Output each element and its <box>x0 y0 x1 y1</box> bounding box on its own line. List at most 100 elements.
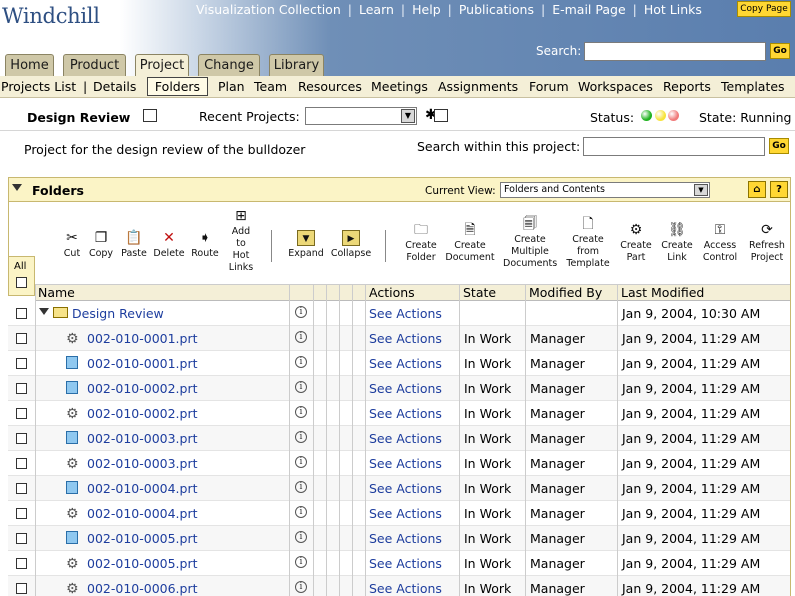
row-checkbox[interactable] <box>16 533 27 544</box>
topnav-learn-link[interactable]: Learn <box>359 2 394 17</box>
tab-project[interactable]: Project <box>135 54 189 76</box>
add-to-hot-links-button[interactable]: ⊞ Add to Hot Links <box>226 208 256 274</box>
info-icon[interactable]: i <box>295 506 307 518</box>
see-actions-link[interactable]: See Actions <box>369 481 442 496</box>
info-icon[interactable]: i <box>295 556 307 568</box>
info-icon[interactable]: i <box>295 406 307 418</box>
subnav-resources[interactable]: Resources <box>298 79 362 94</box>
see-actions-link[interactable]: See Actions <box>369 381 442 396</box>
see-actions-link[interactable]: See Actions <box>369 331 442 346</box>
topnav-visualization-link[interactable]: Visualization Collection <box>196 2 341 17</box>
help-button[interactable]: ? <box>770 181 788 198</box>
folder-open-icon[interactable] <box>434 109 448 122</box>
item-name-link[interactable]: 002-010-0001.prt <box>87 356 198 371</box>
see-actions-link[interactable]: See Actions <box>369 431 442 446</box>
subnav-folders[interactable]: Folders <box>147 77 208 96</box>
tree-expand-icon[interactable] <box>39 308 49 315</box>
column-header-actions[interactable]: Actions <box>365 285 459 301</box>
topnav-hot-links-link[interactable]: Hot Links <box>644 2 702 17</box>
row-checkbox[interactable] <box>16 558 27 569</box>
see-actions-link[interactable]: See Actions <box>369 456 442 471</box>
delete-button[interactable]: ✕ Delete <box>153 230 185 260</box>
row-checkbox[interactable] <box>16 333 27 344</box>
access-control-button[interactable]: ⚿ Access Control <box>699 222 741 264</box>
info-icon[interactable]: i <box>295 306 307 318</box>
see-actions-link[interactable]: See Actions <box>369 356 442 371</box>
info-icon[interactable]: i <box>295 456 307 468</box>
info-icon[interactable]: i <box>295 381 307 393</box>
subnav-team[interactable]: Team <box>254 79 287 94</box>
see-actions-link[interactable]: See Actions <box>369 556 442 571</box>
expand-button[interactable]: ▼ Expand <box>286 230 326 260</box>
topnav-help-link[interactable]: Help <box>412 2 441 17</box>
create-from-template-button[interactable]: 🗋 Create from Template <box>564 216 612 270</box>
see-actions-link[interactable]: See Actions <box>369 406 442 421</box>
create-link-button[interactable]: ⛓ Create Link <box>658 222 696 264</box>
create-multiple-documents-button[interactable]: 🗐 Create Multiple Documents <box>503 216 557 270</box>
item-name-link[interactable]: 002-010-0006.prt <box>87 581 198 596</box>
copy-button[interactable]: ❐ Copy <box>86 230 116 260</box>
info-icon[interactable]: i <box>295 431 307 443</box>
see-actions-link[interactable]: See Actions <box>369 531 442 546</box>
info-icon[interactable]: i <box>295 356 307 368</box>
item-name-link[interactable]: 002-010-0005.prt <box>87 556 198 571</box>
create-part-button[interactable]: ⚙ Create Part <box>617 222 655 264</box>
paste-button[interactable]: 📋 Paste <box>119 230 149 260</box>
subnav-reports[interactable]: Reports <box>663 79 711 94</box>
item-name-link[interactable]: 002-010-0001.prt <box>87 331 198 346</box>
row-checkbox[interactable] <box>16 433 27 444</box>
row-checkbox[interactable] <box>16 308 27 319</box>
topnav-publications-link[interactable]: Publications <box>459 2 534 17</box>
see-actions-link[interactable]: See Actions <box>369 506 442 521</box>
see-actions-link[interactable]: See Actions <box>369 581 442 596</box>
tab-home[interactable]: Home <box>5 54 54 76</box>
row-checkbox[interactable] <box>16 358 27 369</box>
info-icon[interactable]: i <box>295 531 307 543</box>
see-actions-link[interactable]: See Actions <box>369 306 442 321</box>
tab-product[interactable]: Product <box>63 54 126 76</box>
select-all-checkbox[interactable] <box>16 277 27 288</box>
route-button[interactable]: ➧ Route <box>189 230 221 260</box>
info-icon[interactable]: i <box>295 331 307 343</box>
copy-page-button[interactable]: Copy Page <box>737 1 791 17</box>
tab-change[interactable]: Change <box>198 54 260 76</box>
column-header-modified-by[interactable]: Modified By <box>525 285 617 301</box>
subnav-meetings[interactable]: Meetings <box>371 79 428 94</box>
row-checkbox[interactable] <box>16 383 27 394</box>
row-checkbox[interactable] <box>16 458 27 469</box>
search-input[interactable] <box>584 42 766 61</box>
current-view-select[interactable]: Folders and Contents ▼ <box>500 182 710 198</box>
column-header-last-modified[interactable]: Last Modified <box>617 285 791 301</box>
refresh-project-button[interactable]: ⟳ Refresh Project <box>745 222 789 264</box>
subnav-assignments[interactable]: Assignments <box>438 79 518 94</box>
item-name-link[interactable]: 002-010-0004.prt <box>87 481 198 496</box>
column-header-name[interactable]: Name <box>35 285 289 301</box>
topnav-email-page-link[interactable]: E-mail Page <box>552 2 625 17</box>
item-name-link[interactable]: 002-010-0003.prt <box>87 431 198 446</box>
cut-button[interactable]: ✂ Cut <box>60 230 84 260</box>
chevron-down-icon[interactable]: ▼ <box>694 184 708 196</box>
create-document-button[interactable]: 🗎 Create Document <box>445 222 495 264</box>
search-go-button[interactable]: Go <box>770 43 790 59</box>
row-checkbox[interactable] <box>16 483 27 494</box>
subnav-details[interactable]: Details <box>93 79 136 94</box>
item-name-link[interactable]: 002-010-0002.prt <box>87 381 198 396</box>
row-checkbox[interactable] <box>16 583 27 594</box>
chevron-down-icon[interactable]: ▼ <box>401 109 415 123</box>
column-header-state[interactable]: State <box>459 285 525 301</box>
view-settings-icon[interactable]: ⌂ <box>748 181 766 198</box>
search-within-input[interactable] <box>583 137 765 156</box>
subnav-projects-list[interactable]: Projects List <box>1 79 76 94</box>
info-icon[interactable]: i <box>295 481 307 493</box>
item-name-link[interactable]: 002-010-0003.prt <box>87 456 198 471</box>
item-name-link[interactable]: 002-010-0004.prt <box>87 506 198 521</box>
row-checkbox[interactable] <box>16 408 27 419</box>
subnav-plan[interactable]: Plan <box>218 79 245 94</box>
info-icon[interactable]: i <box>295 581 307 593</box>
collapse-triangle-icon[interactable] <box>12 184 22 191</box>
item-name-link[interactable]: 002-010-0002.prt <box>87 406 198 421</box>
project-properties-icon[interactable] <box>143 109 157 122</box>
search-within-go-button[interactable]: Go <box>769 138 789 154</box>
tab-library[interactable]: Library <box>269 54 324 76</box>
item-name-link[interactable]: 002-010-0005.prt <box>87 531 198 546</box>
